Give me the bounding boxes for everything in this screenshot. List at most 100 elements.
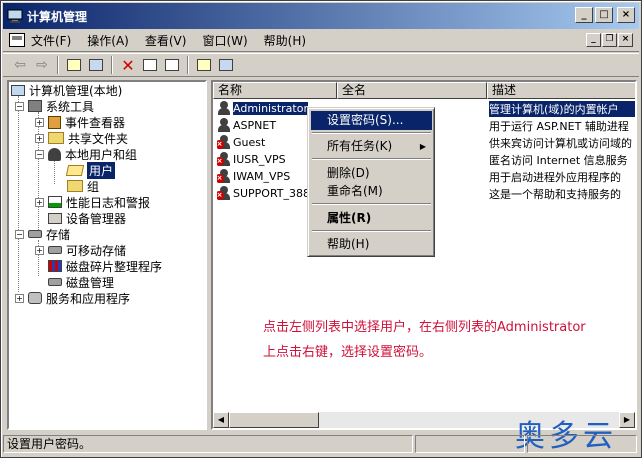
context-menu: 设置密码(S)... 所有任务(K) ▶ 删除(D) 重命名(M) 属性(R) 帮…: [307, 107, 435, 257]
child-restore-button[interactable]: ❐: [602, 33, 617, 47]
title-bar[interactable]: 计算机管理 _ □ ×: [3, 3, 639, 29]
menu-action[interactable]: 操作(A): [79, 32, 137, 49]
users-groups-icon: [48, 147, 61, 161]
delete-button[interactable]: ✕: [117, 55, 139, 75]
console-icon[interactable]: [9, 33, 25, 47]
tree-label: 可移动存储: [66, 243, 127, 258]
column-header-description[interactable]: 描述: [487, 82, 635, 99]
menu-item-properties[interactable]: 属性(R): [311, 209, 432, 228]
tree-icon: [89, 59, 103, 71]
menu-separator: [312, 230, 431, 232]
expand-toggle[interactable]: +: [35, 133, 44, 143]
collapse-toggle[interactable]: −: [15, 229, 24, 239]
expand-toggle[interactable]: +: [15, 293, 24, 303]
status-bar: 设置用户密码。: [3, 433, 639, 455]
tree-item-event-viewer[interactable]: + 事件查看器: [35, 114, 125, 130]
menu-item-rename[interactable]: 重命名(M): [311, 182, 432, 201]
tree-item-groups[interactable]: 组: [67, 178, 99, 194]
folder-up-icon: [67, 59, 81, 71]
new-user-button[interactable]: [215, 55, 237, 75]
disabled-user-icon: ×: [217, 152, 231, 166]
computer-icon: [11, 84, 25, 96]
tree-label: 磁盘碎片整理程序: [66, 259, 163, 274]
submenu-arrow-icon: ▶: [419, 142, 426, 151]
maximize-button[interactable]: □: [595, 7, 613, 23]
toolbar-separator: [111, 56, 113, 74]
tree-label: 系统工具: [46, 99, 95, 114]
window-title: 计算机管理: [27, 9, 88, 24]
status-panel: [527, 435, 637, 453]
properties-button[interactable]: [139, 55, 161, 75]
tree-label: 用户: [87, 161, 116, 179]
menu-item-all-tasks[interactable]: 所有任务(K) ▶: [311, 137, 432, 156]
export-icon: [165, 59, 179, 71]
tree-item-removable-storage[interactable]: + 可移动存储: [35, 242, 126, 258]
services-icon: [28, 292, 42, 304]
tree-item-system-tools[interactable]: − 系统工具: [15, 98, 94, 114]
collapse-toggle[interactable]: −: [35, 149, 44, 159]
tree-item-local-users-groups[interactable]: − 本地用户和组: [35, 146, 137, 162]
minimize-button[interactable]: _: [575, 7, 593, 23]
user-description: 用于运行 ASP.NET 辅助进程: [489, 120, 629, 133]
menu-separator: [312, 158, 431, 160]
user-description: 供来宾访问计算机或访问域的: [489, 137, 632, 150]
annotation-line-2: 上点击右键，选择设置密码。: [263, 345, 433, 360]
export-list-button[interactable]: [161, 55, 183, 75]
close-button[interactable]: ×: [617, 7, 635, 23]
menu-item-set-password[interactable]: 设置密码(S)...: [311, 111, 432, 130]
shared-folder-icon: [48, 132, 64, 144]
toolbar: ⇦ ⇨ ✕: [3, 53, 639, 77]
tree-item-disk-management[interactable]: 磁盘管理: [48, 274, 114, 290]
tree-item-defrag[interactable]: 磁盘碎片整理程序: [48, 258, 162, 274]
properties-icon: [143, 59, 157, 71]
tree-item-services-apps[interactable]: + 服务和应用程序: [15, 290, 130, 306]
status-text: 设置用户密码。: [3, 435, 413, 453]
toolbar-separator: [187, 56, 189, 74]
computer-management-icon: [7, 8, 23, 24]
device-manager-icon: [48, 212, 62, 224]
instruction-annotation: 点击左侧列表中选择用户，在右侧列表的Administrator 上点击右键，选择…: [263, 315, 633, 365]
scroll-left-button[interactable]: ◀: [213, 412, 229, 428]
tree-item-perf-logs[interactable]: + 性能日志和警报: [35, 194, 150, 210]
toolbar-separator: [57, 56, 59, 74]
menu-help[interactable]: 帮助(H): [256, 32, 314, 49]
back-button[interactable]: ⇦: [9, 55, 31, 75]
tools-icon: [28, 100, 42, 112]
folder-icon: [67, 180, 83, 192]
show-hide-tree-button[interactable]: [85, 55, 107, 75]
tree-item-device-manager[interactable]: 设备管理器: [48, 210, 126, 226]
status-panel: [415, 435, 525, 453]
tree-label: 磁盘管理: [66, 275, 115, 290]
child-close-button[interactable]: ×: [618, 33, 633, 47]
menu-item-help[interactable]: 帮助(H): [311, 235, 432, 254]
removable-storage-icon: [48, 246, 62, 254]
annotation-line-1: 点击左侧列表中选择用户，在右侧列表的Administrator: [263, 320, 586, 335]
tree-connector: [54, 160, 55, 184]
tree-item-users[interactable]: 用户: [65, 161, 116, 179]
performance-icon: [48, 196, 62, 208]
child-minimize-button[interactable]: _: [586, 33, 601, 47]
user-description: 用于启动进程外应用程序的: [489, 171, 621, 184]
help-button[interactable]: [193, 55, 215, 75]
tree-item-shared-folders[interactable]: + 共享文件夹: [35, 130, 128, 146]
up-level-button[interactable]: [63, 55, 85, 75]
tree-item-root[interactable]: 计算机管理(本地): [11, 82, 122, 98]
scroll-right-button[interactable]: ▶: [619, 412, 635, 428]
menu-view[interactable]: 查看(V): [137, 32, 195, 49]
storage-icon: [28, 230, 42, 238]
disk-management-icon: [48, 278, 62, 286]
expand-toggle[interactable]: +: [35, 197, 44, 207]
tree-item-storage[interactable]: − 存储: [15, 226, 70, 242]
menu-item-delete[interactable]: 删除(D): [311, 164, 432, 183]
new-user-icon: [219, 59, 233, 71]
menu-label: 所有任务(K): [327, 139, 393, 153]
forward-button[interactable]: ⇨: [31, 55, 53, 75]
column-header-name[interactable]: 名称: [213, 82, 337, 99]
collapse-toggle[interactable]: −: [15, 101, 24, 111]
scroll-thumb[interactable]: [229, 412, 319, 428]
menu-window[interactable]: 窗口(W): [194, 32, 255, 49]
expand-toggle[interactable]: +: [35, 245, 44, 255]
expand-toggle[interactable]: +: [35, 117, 44, 127]
column-header-fullname[interactable]: 全名: [337, 82, 487, 99]
tree-pane[interactable]: 计算机管理(本地) − 系统工具 + 事件查看器 + 共享文件夹 − 本地用户和…: [7, 80, 207, 430]
